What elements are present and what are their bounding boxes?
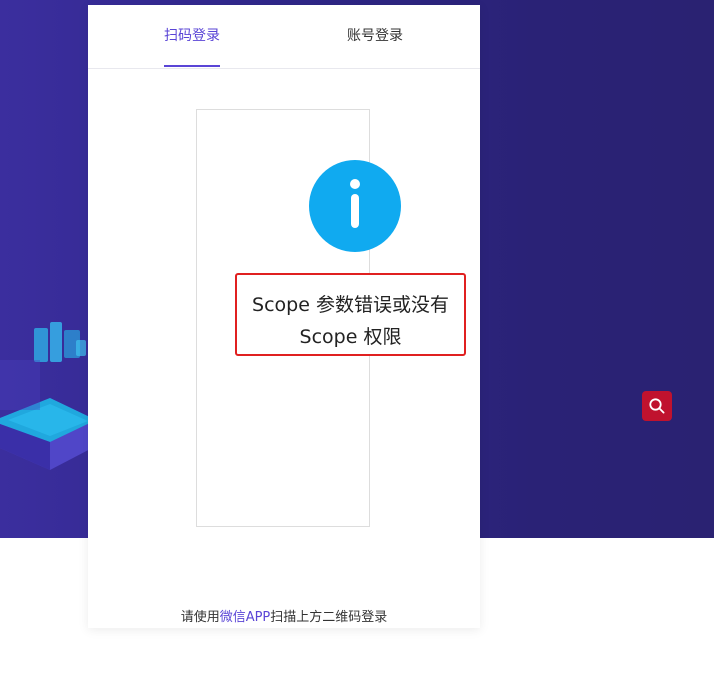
search-icon (649, 398, 665, 414)
info-icon-bar (351, 194, 359, 228)
error-message-line-1: Scope 参数错误或没有 (252, 294, 449, 316)
info-icon-dot (350, 179, 360, 189)
active-tab-indicator (164, 65, 220, 67)
tab-qr-login[interactable]: 扫码登录 (164, 26, 220, 46)
error-message-line-2: Scope 权限 (299, 326, 402, 348)
login-tabs: 扫码登录 账号登录 (88, 5, 480, 69)
scan-hint: 请使用微信APP扫描上方二维码登录 (88, 609, 480, 627)
isometric-illustration (0, 322, 96, 470)
tab-account-login[interactable]: 账号登录 (347, 26, 403, 46)
scan-hint-suffix: 扫描上方二维码登录 (270, 610, 388, 625)
scan-hint-prefix: 请使用 (180, 610, 220, 625)
error-message-box: Scope 参数错误或没有 Scope 权限 (235, 273, 466, 356)
info-icon (309, 160, 401, 252)
wechat-app-link[interactable]: 微信APP (220, 610, 271, 625)
search-button[interactable] (642, 391, 672, 421)
